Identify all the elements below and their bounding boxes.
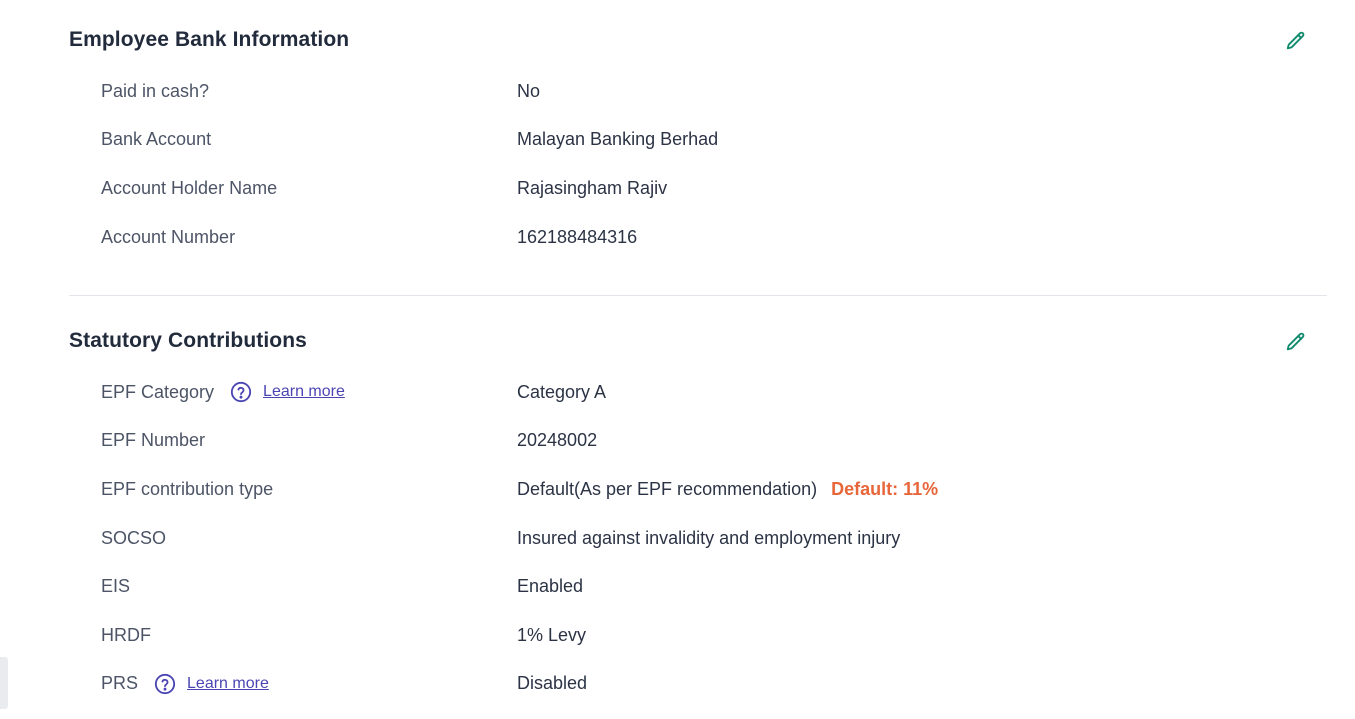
- bank-info-title: Employee Bank Information: [69, 28, 350, 51]
- row-value: Rajasingham Rajiv: [517, 177, 668, 198]
- row-label: EPF contribution type: [101, 478, 274, 499]
- row-value: Insured against invalidity and employmen…: [517, 527, 901, 548]
- row-label: EIS: [101, 576, 131, 597]
- row-value: No: [517, 80, 541, 101]
- question-circle-icon[interactable]: [230, 381, 252, 403]
- prs-learn-more-link[interactable]: Learn more: [187, 675, 269, 693]
- epf-default-rate-badge: Default: 11%: [831, 478, 939, 499]
- row-prs: PRS Learn more Disabled: [101, 660, 1301, 709]
- row-socso: SOCSO Insured against invalidity and emp…: [101, 514, 1301, 563]
- row-account-holder-name: Account Holder Name Rajasingham Rajiv: [101, 164, 1301, 213]
- row-value: Enabled: [517, 576, 584, 597]
- side-panel-handle[interactable]: [0, 657, 8, 709]
- row-value: Disabled: [517, 673, 588, 694]
- question-circle-icon[interactable]: [154, 673, 176, 695]
- row-value: 1% Levy: [517, 624, 587, 645]
- epf-category-learn-more-link[interactable]: Learn more: [263, 383, 345, 401]
- row-label: EPF Category: [101, 381, 215, 402]
- row-bank-account: Bank Account Malayan Banking Berhad: [101, 116, 1301, 165]
- row-paid-in-cash: Paid in cash? No: [101, 67, 1301, 116]
- row-label: EPF Number: [101, 430, 206, 451]
- row-label: Account Number: [101, 226, 236, 247]
- row-label: PRS: [101, 673, 139, 694]
- row-value: Default(As per EPF recommendation): [517, 478, 818, 499]
- employee-payroll-details: Employee Bank Information Paid in cash? …: [0, 0, 1355, 719]
- row-label: SOCSO: [101, 527, 167, 548]
- row-eis: EIS Enabled: [101, 562, 1301, 611]
- row-label: Paid in cash?: [101, 80, 210, 101]
- section-divider: [69, 295, 1327, 296]
- pencil-icon: [1286, 332, 1305, 351]
- statutory-title: Statutory Contributions: [69, 329, 307, 352]
- row-value: Malayan Banking Berhad: [517, 129, 719, 150]
- bank-info-edit-button[interactable]: [1284, 29, 1308, 53]
- statutory-edit-button[interactable]: [1284, 330, 1308, 354]
- row-epf-contribution-type: EPF contribution type Default(As per EPF…: [101, 465, 1301, 514]
- row-hrdf: HRDF 1% Levy: [101, 611, 1301, 660]
- bank-info-rows: Paid in cash? No Bank Account Malayan Ba…: [101, 67, 1301, 261]
- row-account-number: Account Number 162188484316: [101, 213, 1301, 262]
- row-epf-category: EPF Category Learn more Category A: [101, 368, 1301, 417]
- pencil-icon: [1286, 31, 1305, 50]
- row-epf-number: EPF Number 20248002: [101, 417, 1301, 466]
- row-value: 20248002: [517, 430, 598, 451]
- row-label: HRDF: [101, 624, 151, 645]
- row-label: Bank Account: [101, 129, 212, 150]
- row-label: Account Holder Name: [101, 177, 278, 198]
- statutory-rows: EPF Category Learn more Category A EPF N…: [101, 368, 1301, 708]
- row-value: Category A: [517, 381, 607, 402]
- row-value: 162188484316: [517, 226, 638, 247]
